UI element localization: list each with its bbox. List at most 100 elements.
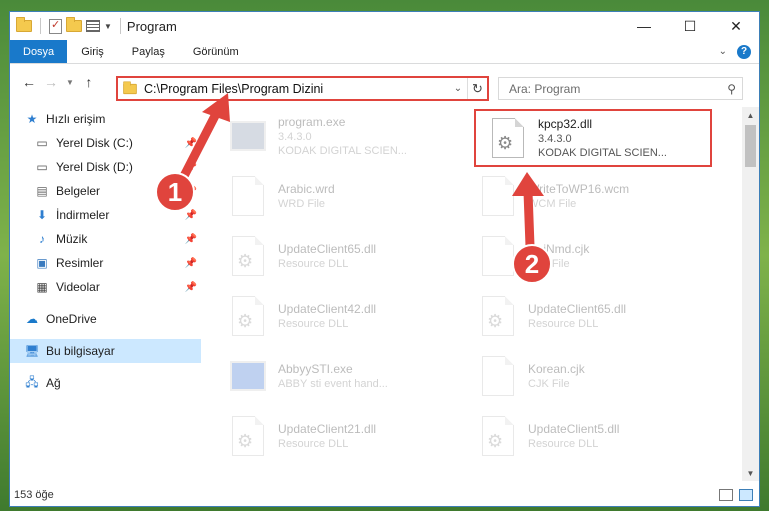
file-item[interactable]: ⚙ UpdateClient42.dll Resource DLL	[216, 287, 456, 345]
file-name: UpdateClient65.dll	[528, 302, 627, 316]
sidebar-item-label: Ağ	[46, 376, 61, 390]
ribbon-tabs: Dosya Giriş Paylaş Görünüm ⌄ ?	[10, 40, 759, 64]
details-view-icon[interactable]	[719, 489, 733, 501]
file-item[interactable]: Korean.cjk CJK File	[466, 347, 706, 405]
tab-view[interactable]: Görünüm	[179, 40, 253, 63]
file-type: Resource DLL	[278, 438, 349, 450]
sidebar-item-label: Belgeler	[56, 184, 101, 198]
file-icon	[482, 356, 514, 396]
file-name: Korean.cjk	[528, 362, 585, 376]
customize-toolbar-chevron-icon[interactable]: ▼	[104, 22, 112, 31]
properties-icon[interactable]	[49, 18, 62, 34]
file-item[interactable]: ⚙ UpdateClient5.dll Resource DLL	[466, 407, 706, 465]
pin-icon: 📌	[184, 233, 197, 245]
file-item[interactable]: WriteToWP16.wcm WCM File	[466, 167, 706, 225]
file-item[interactable]: AbbyySTI.exe ABBY sti event hand...	[216, 347, 456, 405]
back-arrow-icon[interactable]: ←	[18, 74, 40, 90]
sidebar-item-label: Yerel Disk (D:)	[56, 160, 133, 174]
navigation-pane: ★ Hızlı erişim ▭ Yerel Disk (C:) 📌 ▭ Yer…	[10, 107, 201, 469]
forward-arrow-icon[interactable]: →	[40, 74, 62, 90]
sidebar-item-this-pc[interactable]: 🖥 Bu bilgisayar	[10, 339, 201, 363]
expand-ribbon-chevron-icon[interactable]: ⌄	[719, 46, 727, 57]
sidebar-item-onedrive[interactable]: ☁ OneDrive	[10, 307, 201, 331]
file-name: AbbyySTI.exe	[278, 362, 353, 376]
tab-file[interactable]: Dosya	[10, 40, 68, 63]
file-name: Arabic.wrd	[278, 182, 335, 196]
application-icon	[230, 121, 266, 151]
file-type: Resource DLL	[528, 318, 599, 330]
file-name: UpdateClient42.dll	[278, 302, 377, 316]
window-controls: — ☐ ✕	[621, 12, 759, 40]
scroll-down-arrow-icon[interactable]: ▼	[742, 465, 759, 481]
new-folder-icon[interactable]	[66, 17, 82, 32]
sidebar-item-label: Resimler	[56, 256, 104, 270]
file-list: program.exe 3.4.3.0 KODAK DIGITAL SCIEN.…	[216, 107, 740, 469]
file-type: WRD File	[278, 198, 326, 210]
documents-icon: ▤	[36, 184, 48, 198]
sidebar-item-pictures[interactable]: ▣ Resimler 📌	[10, 251, 201, 275]
folder-icon	[16, 17, 32, 32]
scrollbar-thumb[interactable]	[745, 125, 756, 167]
file-type: ABBY sti event hand...	[278, 378, 388, 390]
recent-locations-chevron-icon[interactable]: ▼	[66, 78, 74, 87]
file-name: WriteToWP16.wcm	[528, 182, 630, 196]
status-bar: 153 öğe	[10, 484, 759, 506]
window-title: Program	[126, 18, 177, 34]
title-bar: ▼ Program — ☐ ✕	[10, 12, 759, 40]
file-company: KODAK DIGITAL SCIEN...	[278, 145, 407, 157]
address-dropdown-chevron-icon[interactable]: ⌄	[449, 83, 467, 94]
address-bar[interactable]: C:\Program Files\Program Dizini ⌄ ↻	[116, 76, 489, 101]
sidebar-item-label: Yerel Disk (C:)	[56, 136, 133, 150]
music-icon: ♪	[39, 232, 45, 246]
file-item[interactable]: ⚙ UpdateClient65.dll Resource DLL	[466, 287, 706, 345]
address-path[interactable]: C:\Program Files\Program Dizini	[144, 82, 449, 96]
dll-file-icon: ⚙	[232, 416, 264, 456]
file-name: UpdateClient65.dll	[278, 242, 377, 256]
close-button[interactable]: ✕	[713, 12, 759, 40]
sidebar-item-label: İndirmeler	[56, 208, 110, 222]
search-icon: ⚲	[727, 81, 736, 96]
explorer-window: ▼ Program — ☐ ✕ Dosya Giriş Paylaş Görün…	[9, 11, 760, 507]
star-icon: ★	[26, 112, 38, 126]
scroll-up-arrow-icon[interactable]: ▲	[742, 107, 759, 123]
file-item-highlighted[interactable]: ⚙ kpcp32.dll 3.4.3.0 KODAK DIGITAL SCIEN…	[474, 109, 712, 167]
sidebar-item-local-disk-c[interactable]: ▭ Yerel Disk (C:) 📌	[10, 131, 201, 155]
folder-icon	[123, 80, 137, 94]
minimize-button[interactable]: —	[621, 12, 667, 40]
file-type: Resource DLL	[278, 318, 349, 330]
sidebar-item-music[interactable]: ♪ Müzik 📌	[10, 227, 201, 251]
file-item[interactable]: UniNmd.cjk CJK File	[466, 227, 706, 285]
maximize-button[interactable]: ☐	[667, 12, 713, 40]
file-item[interactable]: ⚙ UpdateClient21.dll Resource DLL	[216, 407, 456, 465]
refresh-icon[interactable]: ↻	[467, 78, 487, 99]
sidebar-item-quick-access[interactable]: ★ Hızlı erişim	[10, 107, 201, 131]
item-count: 153 öğe	[14, 489, 54, 501]
file-name: UpdateClient5.dll	[528, 422, 620, 436]
file-item[interactable]: program.exe 3.4.3.0 KODAK DIGITAL SCIEN.…	[216, 107, 456, 165]
vertical-scrollbar[interactable]: ▲ ▼	[742, 107, 759, 481]
dll-file-icon: ⚙	[232, 236, 264, 276]
view-icon[interactable]	[86, 20, 100, 32]
application-icon	[230, 361, 266, 391]
file-type: WCM File	[528, 198, 577, 210]
tab-home[interactable]: Giriş	[67, 40, 118, 63]
pin-icon: 📌	[184, 161, 197, 173]
file-item[interactable]: ⚙ UpdateClient65.dll Resource DLL	[216, 227, 456, 285]
sidebar-item-network[interactable]: 🖧 Ağ	[10, 371, 201, 395]
tiles-view-icon[interactable]	[739, 489, 753, 501]
dll-file-icon: ⚙	[482, 416, 514, 456]
file-type: Resource DLL	[528, 438, 599, 450]
pin-icon: 📌	[184, 281, 197, 293]
search-input[interactable]: Ara: Program ⚲	[498, 77, 743, 100]
sidebar-item-videos[interactable]: ▦ Videolar 📌	[10, 275, 201, 299]
tab-share[interactable]: Paylaş	[118, 40, 179, 63]
pictures-icon: ▣	[36, 256, 48, 270]
file-item[interactable]: Arabic.wrd WRD File	[216, 167, 456, 225]
file-version: 3.4.3.0	[278, 131, 312, 143]
file-icon	[482, 176, 514, 216]
sidebar-item-label: OneDrive	[46, 312, 97, 326]
file-icon	[482, 236, 514, 276]
help-icon[interactable]: ?	[737, 44, 751, 59]
search-placeholder: Ara: Program	[509, 81, 581, 96]
up-arrow-icon[interactable]: ↑	[78, 74, 100, 90]
